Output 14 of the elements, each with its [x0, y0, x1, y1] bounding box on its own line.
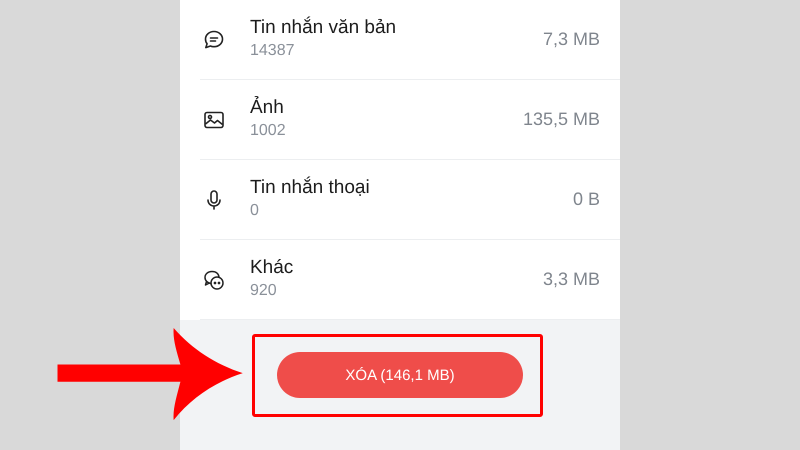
item-count: 0 — [250, 202, 260, 220]
item-size: 135,5 MB — [522, 109, 600, 130]
item-size: 7,3 MB — [542, 29, 600, 50]
item-title: Tin nhắn thoại — [250, 177, 371, 199]
chat-bubble-icon — [202, 28, 226, 52]
item-size: 3,3 MB — [542, 269, 600, 290]
item-title: Ảnh — [250, 97, 285, 119]
item-size: 0 B — [572, 189, 600, 210]
item-count: 1002 — [250, 122, 287, 140]
delete-button[interactable]: XÓA (146,1 MB) — [277, 352, 523, 398]
item-count: 920 — [250, 282, 278, 300]
item-title: Tin nhắn văn bản — [250, 17, 398, 39]
item-title: Khác — [250, 257, 294, 279]
item-count: 14387 — [250, 42, 296, 60]
